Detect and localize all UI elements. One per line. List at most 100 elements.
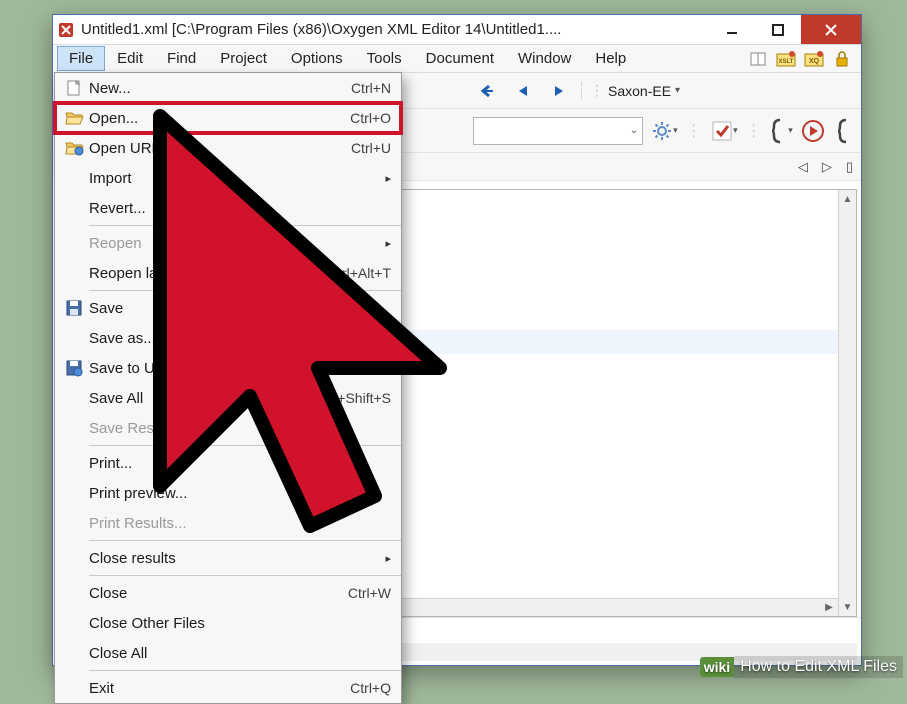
menubar: File Edit Find Project Options Tools Doc… xyxy=(53,45,861,73)
titlebar: Untitled1.xml [C:\Program Files (x86)\Ox… xyxy=(53,15,861,45)
menu-item-revert[interactable]: Revert... xyxy=(55,193,401,223)
menu-item-shortcut: Ctrl+O xyxy=(350,110,391,126)
menu-item-label: Close All xyxy=(89,645,391,662)
watermark-brand: wiki xyxy=(700,657,734,677)
menu-help[interactable]: Help xyxy=(583,46,638,71)
save-url-icon xyxy=(59,359,89,377)
menu-item-save-as[interactable]: Save as... xyxy=(55,323,401,353)
menu-item-reopen: Reopen▸ xyxy=(55,228,401,258)
menu-tools[interactable]: Tools xyxy=(355,46,414,71)
nav-back-icon[interactable] xyxy=(509,77,537,105)
window-controls xyxy=(709,15,861,44)
menu-item-save-to-url[interactable]: Save to URL... xyxy=(55,353,401,383)
engine-selector[interactable]: ⋮ Saxon-EE ▾ xyxy=(581,82,680,99)
oxygen-app-icon xyxy=(57,21,75,39)
bracket-icon[interactable]: ▾ xyxy=(770,117,794,145)
folder-open-icon xyxy=(59,110,89,126)
gear-icon[interactable]: ▾ xyxy=(651,117,678,145)
menu-item-close[interactable]: CloseCtrl+W xyxy=(55,578,401,608)
watermark: wiki How to Edit XML Files xyxy=(700,656,903,678)
menu-item-shortcut: Ctrl+N xyxy=(351,80,391,96)
nav-fwd-icon[interactable] xyxy=(545,77,573,105)
menu-item-shortcut: Ctrl+Q xyxy=(350,680,391,696)
submenu-arrow-icon: ▸ xyxy=(385,172,391,185)
menu-separator xyxy=(89,575,401,576)
menu-item-print[interactable]: Print... xyxy=(55,448,401,478)
menu-find[interactable]: Find xyxy=(155,46,208,71)
svg-text:XQ: XQ xyxy=(809,58,820,65)
scenario-combo[interactable]: ⌄ xyxy=(473,117,643,145)
menu-item-label: Reopen xyxy=(89,235,385,252)
menu-item-shortcut: Ctrl+W xyxy=(348,585,391,601)
menu-item-label: Reopen last closed editor xyxy=(89,265,328,282)
menu-item-label: Save to URL... xyxy=(89,360,391,377)
menu-item-label: Save as... xyxy=(89,330,391,347)
tab-next-icon[interactable]: ▷ xyxy=(822,159,832,175)
menu-item-shortcut: Ctrl+Shift+S xyxy=(316,390,391,406)
lock-icon[interactable] xyxy=(831,48,853,70)
scroll-right-icon[interactable]: ▶ xyxy=(820,599,838,616)
validate-icon[interactable]: ▾ xyxy=(710,117,738,145)
menu-item-print-preview[interactable]: Print preview... xyxy=(55,478,401,508)
menu-separator xyxy=(89,540,401,541)
menu-item-label: Save All xyxy=(89,390,316,407)
scroll-down-icon[interactable]: ▼ xyxy=(839,598,856,616)
menu-item-open[interactable]: Open...Ctrl+O xyxy=(55,103,401,133)
menu-window[interactable]: Window xyxy=(506,46,583,71)
menu-item-exit[interactable]: ExitCtrl+Q xyxy=(55,673,401,703)
submenu-arrow-icon: ▸ xyxy=(385,552,391,565)
menu-item-shortcut: Ctrl+Alt+T xyxy=(328,265,391,281)
menu-item-label: Open URL... xyxy=(89,140,351,157)
folder-url-icon xyxy=(59,140,89,156)
menu-item-print-results: Print Results... xyxy=(55,508,401,538)
xq-icon[interactable]: XQ xyxy=(803,48,825,70)
run-icon[interactable] xyxy=(801,117,825,145)
window-title: Untitled1.xml [C:\Program Files (x86)\Ox… xyxy=(81,21,709,38)
svg-text:XSLT: XSLT xyxy=(779,59,794,65)
xslt-icon[interactable]: XSLT xyxy=(775,48,797,70)
minimize-button[interactable] xyxy=(709,15,755,44)
file-menu: New...Ctrl+NOpen...Ctrl+OOpen URL...Ctrl… xyxy=(54,72,402,704)
menu-document[interactable]: Document xyxy=(414,46,506,71)
nav-undo-icon[interactable] xyxy=(473,77,501,105)
scroll-up-icon[interactable]: ▲ xyxy=(839,190,856,208)
menu-item-label: Open... xyxy=(89,110,350,127)
menu-item-save[interactable]: Save xyxy=(55,293,401,323)
close-button[interactable] xyxy=(801,15,861,44)
menu-item-label: Print preview... xyxy=(89,485,391,502)
menu-edit[interactable]: Edit xyxy=(105,46,155,71)
menu-item-save-all[interactable]: Save AllCtrl+Shift+S xyxy=(55,383,401,413)
chevron-down-icon: ⌄ xyxy=(630,125,638,136)
tab-prev-icon[interactable]: ◁ xyxy=(798,159,808,175)
bracket2-icon[interactable] xyxy=(833,117,857,145)
menu-item-label: Close results xyxy=(89,550,385,567)
menu-item-import[interactable]: Import▸ xyxy=(55,163,401,193)
menu-options[interactable]: Options xyxy=(279,46,355,71)
menu-item-label: Revert... xyxy=(89,200,391,217)
menu-item-new[interactable]: New...Ctrl+N xyxy=(55,73,401,103)
menu-item-label: Print Results... xyxy=(89,515,391,532)
menu-item-close-all[interactable]: Close All xyxy=(55,638,401,668)
menu-item-close-other-files[interactable]: Close Other Files xyxy=(55,608,401,638)
menu-separator xyxy=(89,290,401,291)
doc-new-icon xyxy=(59,79,89,97)
menu-item-label: Save Results... xyxy=(89,420,391,437)
menu-project[interactable]: Project xyxy=(208,46,279,71)
menu-item-label: Close xyxy=(89,585,348,602)
maximize-button[interactable] xyxy=(755,15,801,44)
menu-item-reopen-last-closed-editor[interactable]: Reopen last closed editorCtrl+Alt+T xyxy=(55,258,401,288)
chevron-down-icon: ▾ xyxy=(675,85,680,96)
engine-label: Saxon-EE xyxy=(608,83,671,99)
menu-file[interactable]: File xyxy=(57,46,105,71)
menu-item-label: New... xyxy=(89,80,351,97)
menu-item-close-results[interactable]: Close results▸ xyxy=(55,543,401,573)
menu-item-open-url[interactable]: Open URL...Ctrl+U xyxy=(55,133,401,163)
watermark-text: How to Edit XML Files xyxy=(734,656,903,678)
tab-list-icon[interactable]: ▯ xyxy=(846,159,853,175)
vertical-scrollbar[interactable]: ▲ ▼ xyxy=(838,190,856,616)
menu-separator xyxy=(89,445,401,446)
book-icon[interactable] xyxy=(747,48,769,70)
menu-item-label: Import xyxy=(89,170,385,187)
menu-item-label: Close Other Files xyxy=(89,615,391,632)
menu-separator xyxy=(89,225,401,226)
